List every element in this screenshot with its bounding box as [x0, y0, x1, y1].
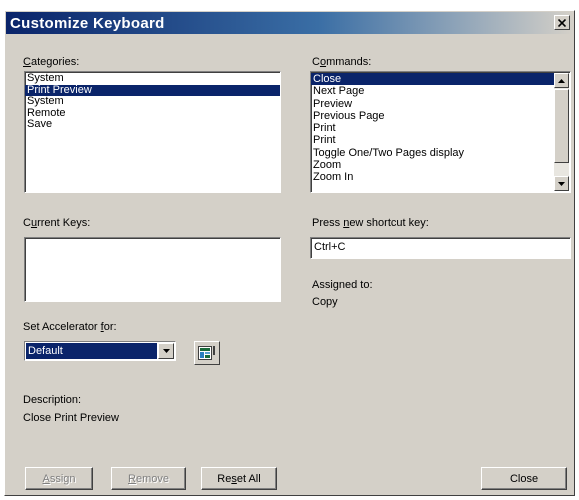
- command-list-item[interactable]: Previous Page: [311, 110, 554, 122]
- remove-button[interactable]: Remove: [111, 467, 186, 490]
- current-keys-list[interactable]: [24, 237, 281, 302]
- reset-all-button[interactable]: Re s et All: [201, 467, 277, 490]
- close-button[interactable]: Close: [481, 467, 567, 490]
- customize-keyboard-dialog: Customize Keyboard Categories: System Pri…: [4, 10, 575, 496]
- accelerator-icon-button[interactable]: [194, 341, 220, 365]
- category-list-item[interactable]: Save: [25, 118, 280, 131]
- command-list-item[interactable]: Toggle One/Two Pages display: [311, 147, 554, 159]
- category-list-item[interactable]: System: [25, 95, 280, 108]
- keyboard-accelerator-icon: [198, 346, 215, 360]
- chevron-down-icon: [162, 349, 170, 353]
- accelerator-dropdown-button[interactable]: [158, 343, 174, 359]
- commands-list[interactable]: Close Next Page Preview Previous Page Print P…: [310, 71, 571, 193]
- current-keys-label: Current Keys:: [23, 217, 91, 229]
- categories-list[interactable]: System Print Preview System Remote Save: [24, 71, 281, 193]
- assign-button[interactable]: Assign: [25, 467, 93, 490]
- title-bar[interactable]: Customize Keyboard: [6, 12, 573, 34]
- accelerator-select[interactable]: Default: [24, 341, 176, 361]
- description-label: Description:: [23, 394, 82, 406]
- accelerator-label: Set Accelerator for:: [23, 321, 117, 333]
- scroll-up-button[interactable]: [554, 73, 569, 88]
- title-close-button[interactable]: [554, 15, 570, 30]
- categories-label: Categories:: [23, 56, 80, 68]
- dialog-title: Customize Keyboard: [10, 15, 165, 32]
- arrow-up-icon: [558, 78, 565, 83]
- command-list-item[interactable]: Next Page: [311, 85, 554, 97]
- assigned-value: Copy: [312, 296, 338, 308]
- command-list-item[interactable]: Close: [311, 73, 554, 86]
- commands-label: Commands:: [312, 56, 372, 68]
- commands-scrollbar[interactable]: [554, 73, 569, 191]
- shortcut-input[interactable]: Ctrl+C: [310, 237, 571, 259]
- command-list-item[interactable]: Print: [311, 134, 554, 146]
- close-icon: [558, 18, 566, 27]
- category-list-item[interactable]: System: [25, 72, 280, 85]
- accelerator-selected-value: Default: [26, 343, 157, 359]
- command-list-item[interactable]: Zoom: [311, 159, 554, 171]
- command-list-item[interactable]: Preview: [311, 98, 554, 110]
- scroll-down-button[interactable]: [554, 176, 569, 191]
- command-list-item[interactable]: Print: [311, 122, 554, 134]
- shortcut-label: Press new shortcut key:: [312, 217, 429, 229]
- description-value: Close Print Preview: [23, 412, 119, 424]
- category-list-item[interactable]: Remote: [25, 107, 280, 120]
- shortcut-value: Ctrl+C: [314, 241, 346, 253]
- assigned-label: Assigned to:: [312, 279, 373, 291]
- scroll-thumb[interactable]: [554, 89, 569, 163]
- command-list-item[interactable]: Zoom In: [311, 171, 554, 183]
- arrow-down-icon: [558, 181, 565, 186]
